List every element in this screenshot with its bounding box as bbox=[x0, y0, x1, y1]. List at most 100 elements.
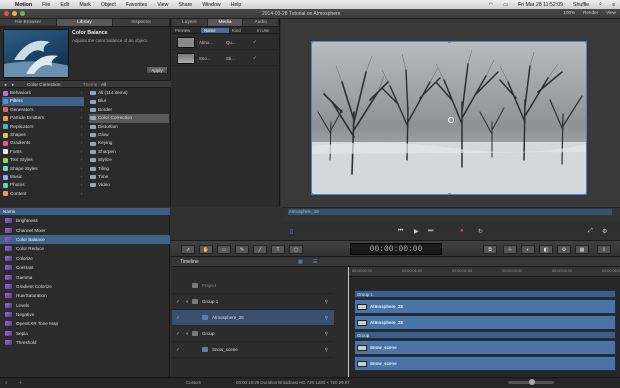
paint-tool-button[interactable]: ╱ bbox=[253, 245, 267, 254]
select-tool-button[interactable]: ➚ bbox=[181, 245, 195, 254]
timeline-layer-row[interactable]: ✓ Atmosphere_28 ⚲ bbox=[172, 310, 334, 326]
menu-share[interactable]: Share bbox=[173, 2, 197, 8]
go-to-start-icon[interactable]: ⏮ bbox=[398, 228, 403, 235]
transform-handle[interactable] bbox=[312, 42, 313, 43]
forward-icon[interactable]: ▸ bbox=[12, 82, 14, 88]
timecode-display[interactable]: 00:00:00:00 bbox=[350, 243, 442, 255]
menu-object[interactable]: Object bbox=[96, 2, 121, 8]
media-row[interactable]: Atmo... Qu... ✓ bbox=[172, 35, 280, 50]
filter-list-item[interactable]: Hue/Saturation bbox=[0, 291, 170, 300]
behaviors-button[interactable]: ⚙ bbox=[557, 245, 571, 254]
library-subcategory-item[interactable]: Time bbox=[89, 173, 169, 181]
library-subcategory-item[interactable]: All (114 items) bbox=[89, 89, 169, 97]
library-subcategory-item[interactable]: Keying bbox=[89, 139, 169, 147]
library-subcategory-item[interactable]: Color Correction bbox=[89, 114, 169, 123]
layer-visibility-checkbox[interactable]: ✓ bbox=[176, 331, 182, 337]
menu-window[interactable]: Window bbox=[197, 2, 225, 8]
mask-tool-button[interactable]: ▢ bbox=[289, 245, 303, 254]
pan-tool-button[interactable]: ✋ bbox=[199, 245, 213, 254]
filter-list-item[interactable]: Negative bbox=[0, 310, 170, 319]
list-icon[interactable]: ≡ bbox=[607, 2, 620, 8]
library-category-item[interactable]: Shapes › bbox=[2, 131, 84, 139]
library-category-item[interactable]: Particle Emitters › bbox=[2, 114, 84, 122]
options-icon[interactable]: ⚙ bbox=[602, 228, 607, 235]
add-object-button[interactable]: ＋ bbox=[503, 245, 517, 254]
library-subcategory-item[interactable]: Tiling bbox=[89, 165, 169, 173]
text-tool-button[interactable]: T bbox=[271, 245, 285, 254]
col-name[interactable]: Name bbox=[201, 28, 229, 33]
library-subcategory-item[interactable]: Video bbox=[89, 181, 169, 189]
media-row[interactable]: Sno... Sti... ✓ bbox=[172, 51, 280, 66]
loop-icon[interactable]: ↻ bbox=[478, 228, 483, 235]
timeline-layer-row[interactable]: ✓ ▾ Group 1 ⚲ bbox=[172, 294, 334, 310]
timeline-layer-row[interactable]: Project bbox=[172, 278, 334, 294]
library-category-item[interactable]: Filters › bbox=[2, 97, 84, 106]
render-menu[interactable]: Render bbox=[583, 10, 598, 15]
go-to-end-icon[interactable]: ⏭ bbox=[428, 228, 433, 235]
lock-icon[interactable]: ⚲ bbox=[325, 299, 328, 305]
minimize-window-button[interactable] bbox=[12, 11, 17, 16]
filters-button[interactable]: ◐ bbox=[521, 245, 535, 254]
library-category-item[interactable]: Replicators › bbox=[2, 123, 84, 131]
layers-menu-button[interactable]: ⧉ bbox=[483, 245, 497, 254]
transform-handle[interactable] bbox=[448, 42, 451, 43]
filter-list-item[interactable]: Color Balance bbox=[0, 234, 170, 245]
zoom-window-button[interactable] bbox=[20, 11, 25, 16]
timeline-clip[interactable]: Snow_scene bbox=[354, 340, 616, 355]
apply-button[interactable]: Apply bbox=[146, 66, 168, 74]
filter-list-item[interactable]: Levels bbox=[0, 301, 170, 310]
share-button[interactable]: ⇪ bbox=[597, 245, 611, 254]
timeline-layer-row[interactable]: ✓ Snow_scene ⚲ bbox=[172, 342, 334, 358]
tab-inspector[interactable]: Inspector bbox=[113, 19, 171, 26]
lock-icon[interactable]: ⚲ bbox=[325, 315, 328, 321]
layer-visibility-checkbox[interactable]: ✓ bbox=[176, 347, 182, 353]
menu-user[interactable]: Shuffle bbox=[568, 2, 594, 8]
close-window-button[interactable] bbox=[4, 11, 9, 16]
view-menu[interactable]: View bbox=[606, 10, 616, 15]
shape-tool-button[interactable]: ▭ bbox=[217, 245, 231, 254]
search-icon[interactable]: ⌕ bbox=[5, 380, 7, 385]
canvas-viewer[interactable] bbox=[311, 41, 587, 195]
timeline-clip[interactable]: Snow_scene bbox=[354, 356, 616, 371]
library-subcategory-item[interactable]: Border bbox=[89, 106, 169, 114]
tab-media[interactable]: Media bbox=[207, 19, 244, 26]
tab-file-browser[interactable]: File Browser bbox=[0, 19, 57, 26]
library-category-item[interactable]: Generators › bbox=[2, 106, 84, 114]
library-category-item[interactable]: Content › bbox=[2, 190, 84, 198]
filter-list-header[interactable]: Name bbox=[0, 208, 170, 215]
filter-list-item[interactable]: Threshold bbox=[0, 338, 170, 347]
anchor-point-icon[interactable] bbox=[448, 117, 454, 123]
filter-list-item[interactable]: Brightness bbox=[0, 216, 170, 225]
menu-file[interactable]: File bbox=[37, 2, 55, 8]
library-category-item[interactable]: Fonts › bbox=[2, 148, 84, 156]
timeline-view-toggle-icon[interactable]: ▦ bbox=[298, 258, 303, 267]
menu-mark[interactable]: Mark bbox=[74, 2, 96, 8]
col-preview[interactable]: Preview bbox=[172, 28, 201, 33]
timeline-ruler[interactable]: 00:00:00:00 00:00:01:00 00:00:02:00 00:00:0… bbox=[348, 267, 620, 277]
pen-tool-button[interactable]: ✎ bbox=[235, 245, 249, 254]
filter-list-item[interactable]: Contrast bbox=[0, 263, 170, 272]
transform-handle[interactable] bbox=[312, 117, 313, 120]
library-category-item[interactable]: Photos › bbox=[2, 181, 84, 189]
lock-icon[interactable]: ⚲ bbox=[325, 347, 328, 353]
menu-help[interactable]: Help bbox=[226, 2, 247, 8]
timeline-layer-row[interactable]: ✓ ▾ Group ⚲ bbox=[172, 326, 334, 342]
menu-clock[interactable]: Fri Mar 28 11:52:09 bbox=[513, 2, 568, 8]
lock-icon[interactable]: ⚲ bbox=[325, 331, 328, 337]
layer-visibility-checkbox[interactable]: ✓ bbox=[176, 315, 182, 321]
replicate-button[interactable]: ▦ bbox=[575, 245, 589, 254]
tab-audio[interactable]: Audio bbox=[243, 19, 280, 26]
timeline-clip[interactable]: Atmosphere_28 bbox=[354, 315, 616, 330]
fullscreen-icon[interactable]: ⤢ bbox=[588, 228, 593, 235]
filter-list-item[interactable]: Gradient Colorize bbox=[0, 282, 170, 291]
filter-list-item[interactable]: Sepia bbox=[0, 329, 170, 338]
library-category-item[interactable]: Text Styles › bbox=[2, 156, 84, 164]
timeline-clip[interactable]: Atmosphere_28 bbox=[354, 299, 616, 314]
library-subcategory-item[interactable]: Blur bbox=[89, 97, 169, 105]
mask-button[interactable]: ◧ bbox=[539, 245, 553, 254]
menu-favorites[interactable]: Favorites bbox=[121, 2, 152, 8]
category-path[interactable]: Color Correction bbox=[27, 82, 60, 87]
filter-list-item[interactable]: OpenEXR Tone Map bbox=[0, 319, 170, 328]
filter-list-item[interactable]: Channel Mixer bbox=[0, 225, 170, 234]
add-to-list-icon[interactable]: ＋ bbox=[18, 380, 22, 386]
